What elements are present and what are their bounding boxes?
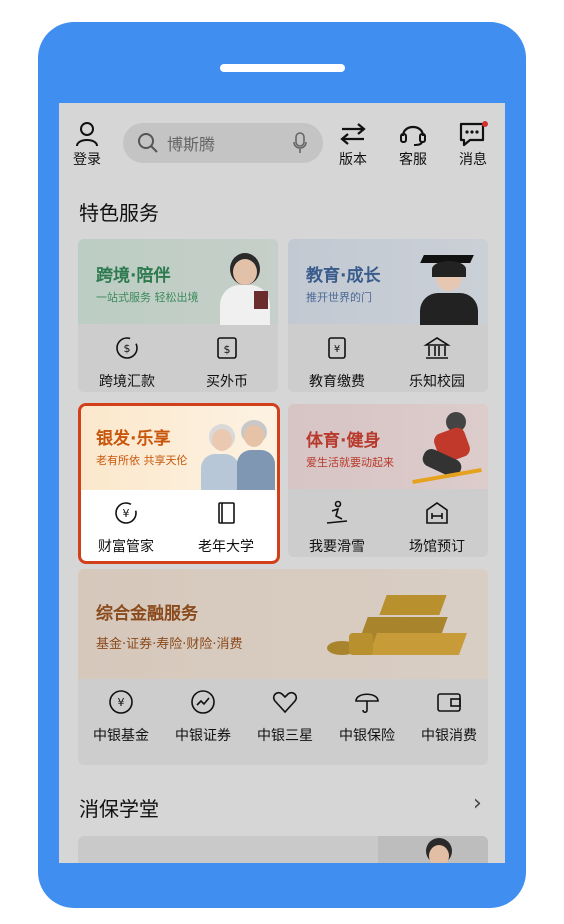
finance-subtitle: 基金·证券·寿险·财险·消费 bbox=[96, 637, 243, 652]
chevron-right-icon[interactable]: › bbox=[473, 791, 482, 816]
presenter-photo bbox=[378, 836, 488, 863]
sports-card[interactable]: 体育·健身 爱生活就要动起来 我要滑雪 场馆预订 bbox=[288, 404, 488, 557]
card-title: 体育·健身 bbox=[306, 431, 381, 451]
umbrella-icon bbox=[352, 687, 382, 717]
school-banner[interactable] bbox=[78, 836, 488, 863]
card-title: 教育·成长 bbox=[306, 266, 381, 286]
education-payment-label: 教育缴费 bbox=[309, 374, 365, 390]
insurance-label: 中银保险 bbox=[339, 728, 395, 744]
headset-icon bbox=[400, 125, 426, 146]
svg-text:¥: ¥ bbox=[334, 344, 340, 355]
insurance-button[interactable]: 中银保险 bbox=[332, 687, 402, 745]
remittance-label: 跨境汇款 bbox=[99, 374, 155, 390]
wallet-icon bbox=[434, 687, 464, 717]
skier-icon bbox=[322, 498, 352, 528]
securities-label: 中银证券 bbox=[175, 728, 231, 744]
messages-label: 消息 bbox=[459, 152, 487, 168]
currency-icon: $ bbox=[212, 333, 242, 363]
speaker-notch bbox=[220, 64, 345, 72]
finance-services-card[interactable]: 综合金融服务 基金·证券·寿险·财险·消费 ¥ 中银基金 中银证券 中银三星 中… bbox=[78, 569, 488, 765]
version-label: 版本 bbox=[339, 152, 367, 168]
gold-bars-image bbox=[323, 589, 473, 669]
card-subtitle: 老有所依 共享天伦 bbox=[96, 454, 188, 467]
app-screen: 登录 博斯腾 版本 客服 消息 特色服务 跨境·陪伴 一站式服务 轻松出境 $ … bbox=[59, 103, 505, 863]
featured-title: 特色服务 bbox=[79, 201, 159, 225]
messages-button[interactable]: 消息 bbox=[458, 121, 488, 169]
securities-button[interactable]: 中银证券 bbox=[168, 687, 238, 745]
customer-service-button[interactable]: 客服 bbox=[399, 121, 427, 169]
buy-foreign-currency-button[interactable]: $ 买外币 bbox=[192, 333, 262, 391]
yen-coin-icon: ¥ bbox=[111, 498, 141, 528]
wealth-manager-button[interactable]: ¥ 财富管家 bbox=[91, 498, 161, 556]
svg-text:¥: ¥ bbox=[118, 696, 125, 709]
svg-text:¥: ¥ bbox=[123, 507, 130, 520]
finance-title: 综合金融服务 bbox=[96, 604, 198, 624]
consumer-finance-label: 中银消费 bbox=[421, 728, 477, 744]
login-button[interactable]: 登录 bbox=[73, 121, 101, 169]
campus-button[interactable]: 乐知校园 bbox=[402, 333, 472, 391]
fund-label: 中银基金 bbox=[93, 728, 149, 744]
search-input[interactable]: 博斯腾 bbox=[123, 123, 323, 163]
login-label: 登录 bbox=[73, 152, 101, 168]
consumer-finance-button[interactable]: 中银消费 bbox=[414, 687, 484, 745]
card-subtitle: 推开世界的门 bbox=[306, 291, 372, 304]
campus-label: 乐知校园 bbox=[409, 374, 465, 390]
senior-university-button[interactable]: 老年大学 bbox=[191, 498, 261, 556]
card-title: 银发·乐享 bbox=[96, 429, 171, 449]
consumer-protection-title: 消保学堂 bbox=[79, 797, 159, 821]
education-payment-button[interactable]: ¥ 教育缴费 bbox=[302, 333, 372, 391]
fee-receipt-icon: ¥ bbox=[322, 333, 352, 363]
switch-arrows-icon bbox=[340, 123, 366, 145]
venue-booking-button[interactable]: 场馆预订 bbox=[402, 498, 472, 556]
elderly-couple-photo bbox=[201, 414, 275, 490]
service-label: 客服 bbox=[399, 152, 427, 168]
skiing-button[interactable]: 我要滑雪 bbox=[302, 498, 372, 556]
card-subtitle: 一站式服务 轻松出境 bbox=[96, 291, 199, 304]
foreign-currency-label: 买外币 bbox=[206, 374, 248, 390]
fund-button[interactable]: ¥ 中银基金 bbox=[86, 687, 156, 745]
trend-chart-icon bbox=[188, 687, 218, 717]
book-icon bbox=[211, 498, 241, 528]
search-placeholder: 博斯腾 bbox=[167, 135, 216, 154]
cross-border-remittance-button[interactable]: $ 跨境汇款 bbox=[92, 333, 162, 391]
senior-university-label: 老年大学 bbox=[198, 539, 254, 555]
card-subtitle: 爱生活就要动起来 bbox=[306, 456, 394, 469]
skiing-label: 我要滑雪 bbox=[309, 539, 365, 555]
woman-photo bbox=[210, 247, 274, 325]
yen-circle-icon: ¥ bbox=[106, 687, 136, 717]
search-icon bbox=[138, 133, 158, 153]
graduate-photo bbox=[412, 249, 482, 325]
svg-text:$: $ bbox=[224, 343, 231, 356]
cross-border-card[interactable]: 跨境·陪伴 一站式服务 轻松出境 $ 跨境汇款 $ 买外币 bbox=[78, 239, 278, 392]
remittance-icon: $ bbox=[112, 333, 142, 363]
skier-photo bbox=[412, 408, 482, 488]
version-button[interactable]: 版本 bbox=[339, 121, 367, 169]
education-card[interactable]: 教育·成长 推开世界的门 ¥ 教育缴费 乐知校园 bbox=[288, 239, 488, 392]
school-building-icon bbox=[422, 333, 452, 363]
samsung-life-label: 中银三星 bbox=[257, 728, 313, 744]
samsung-life-button[interactable]: 中银三星 bbox=[250, 687, 320, 745]
heart-icon bbox=[270, 687, 300, 717]
user-icon bbox=[76, 122, 98, 147]
card-title: 跨境·陪伴 bbox=[96, 266, 171, 286]
message-icon bbox=[459, 121, 488, 147]
wealth-manager-label: 财富管家 bbox=[98, 539, 154, 555]
microphone-icon[interactable] bbox=[293, 132, 307, 154]
venue-icon bbox=[422, 498, 452, 528]
svg-text:$: $ bbox=[124, 342, 131, 355]
venue-booking-label: 场馆预订 bbox=[409, 539, 465, 555]
silver-age-card[interactable]: 银发·乐享 老有所依 共享天伦 ¥ 财富管家 老年大学 bbox=[78, 403, 280, 564]
